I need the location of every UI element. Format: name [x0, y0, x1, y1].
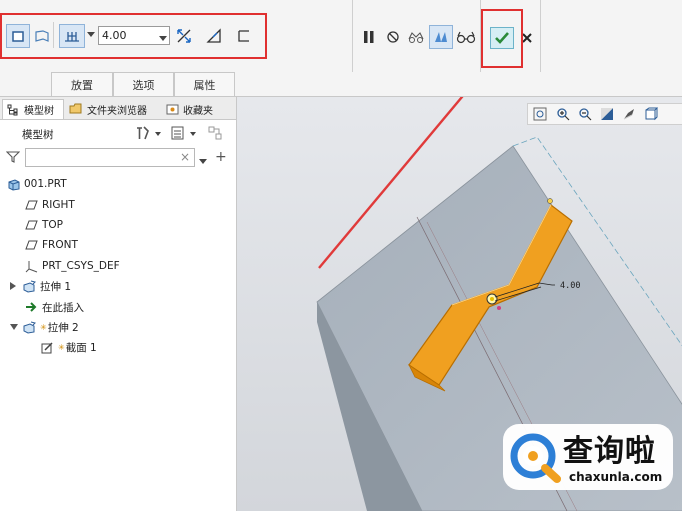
- tree-item-front-label: FRONT: [42, 239, 78, 251]
- glasses-preview-icon[interactable]: [405, 26, 427, 48]
- insert-here-arrow-icon: [24, 300, 38, 314]
- search-input[interactable]: ×: [25, 148, 195, 167]
- clear-search-icon[interactable]: ×: [180, 150, 190, 164]
- tree-item-part-label: 001.PRT: [24, 178, 67, 190]
- datum-plane-icon: [24, 238, 38, 252]
- tree-item-section[interactable]: ✳ 截面 1: [40, 338, 97, 356]
- new-feature-star-icon: ✳: [58, 342, 65, 352]
- csys-icon: [24, 259, 38, 273]
- repaint-icon[interactable]: [600, 107, 614, 124]
- tab-options[interactable]: 选项: [113, 72, 174, 96]
- collapse-arrow-icon[interactable]: [10, 324, 22, 330]
- highlight-box-options: [0, 13, 267, 59]
- tab-placement[interactable]: 放置: [51, 72, 113, 96]
- tree-settings-icon[interactable]: [135, 125, 165, 144]
- tree-item-extrude-2-label: 拉伸 2: [47, 321, 79, 334]
- no-preview-icon[interactable]: [382, 26, 404, 48]
- model-tree-icon: [6, 103, 20, 117]
- tree-item-section-label: 截面 1: [65, 341, 97, 354]
- dimension-value[interactable]: 4.00: [560, 281, 580, 291]
- verify-preview-icon[interactable]: [429, 25, 453, 49]
- folder-browser-icon: [69, 102, 83, 116]
- filter-icon[interactable]: [5, 150, 21, 167]
- sketch-icon: [40, 340, 54, 354]
- tree-item-top[interactable]: TOP: [24, 216, 63, 234]
- favorites-icon: [165, 102, 179, 116]
- tab-model-tree-label: 模型树: [24, 106, 54, 117]
- tab-model-tree[interactable]: 模型树: [2, 99, 64, 119]
- watermark-domain: chaxunla.com: [569, 470, 663, 484]
- tree-item-part[interactable]: 001.PRT: [6, 175, 67, 193]
- dashboard-tab-bar: 放置 选项 属性: [0, 72, 682, 97]
- extrude-icon: [22, 320, 36, 334]
- watermark-logo: 查询啦 chaxunla.com: [503, 424, 673, 490]
- add-filter-icon[interactable]: +: [215, 149, 227, 165]
- tab-properties[interactable]: 属性: [174, 72, 235, 96]
- tree-item-front[interactable]: FRONT: [24, 236, 78, 254]
- tree-item-extrude-2[interactable]: ✳ 拉伸 2: [10, 318, 79, 336]
- tab-properties-label: 属性: [193, 78, 216, 92]
- tab-folder-browser[interactable]: 文件夹浏览器: [66, 99, 160, 119]
- tree-item-extrude-1-label: 拉伸 1: [40, 280, 72, 293]
- tab-placement-label: 放置: [71, 78, 93, 92]
- show-icon[interactable]: [170, 125, 200, 144]
- glasses-icon[interactable]: [455, 26, 477, 48]
- tab-options-label: 选项: [132, 78, 155, 92]
- zoom-in-icon[interactable]: [556, 107, 570, 124]
- zoom-out-icon[interactable]: [578, 107, 592, 124]
- tab-folder-browser-label: 文件夹浏览器: [87, 105, 147, 117]
- datum-plane-icon: [24, 198, 38, 212]
- panel-tab-bar: 模型树 文件夹浏览器 收藏夹: [0, 97, 236, 120]
- tree-item-top-label: TOP: [42, 219, 64, 231]
- datum-plane-icon: [24, 218, 38, 232]
- tree-item-csys[interactable]: PRT_CSYS_DEF: [24, 257, 120, 275]
- view-toolbar: [527, 103, 682, 125]
- tree-item-right-label: RIGHT: [42, 199, 75, 211]
- watermark-brand: 查询啦: [563, 434, 656, 469]
- part-icon: [6, 177, 20, 191]
- tree-item-extrude-1[interactable]: 拉伸 1: [10, 277, 71, 295]
- panel-title: 模型树: [22, 129, 54, 141]
- tab-favorites-label: 收藏夹: [183, 105, 213, 117]
- highlight-box-confirm: [481, 9, 523, 68]
- saved-views-icon[interactable]: [644, 107, 659, 124]
- tree-item-csys-label: PRT_CSYS_DEF: [42, 260, 120, 272]
- tree-item-right[interactable]: RIGHT: [24, 196, 75, 214]
- new-feature-star-icon: ✳: [40, 322, 47, 332]
- refit-icon[interactable]: [533, 107, 547, 124]
- extrude-icon: [22, 279, 36, 293]
- expand-arrow-icon[interactable]: [10, 282, 22, 290]
- filter-dropdown-icon[interactable]: [199, 155, 207, 168]
- display-style-icon[interactable]: [622, 107, 636, 124]
- tab-favorites[interactable]: 收藏夹: [162, 99, 226, 119]
- tree-columns-icon[interactable]: [207, 125, 225, 144]
- dashboard-ribbon: 4.00: [0, 0, 682, 73]
- tree-item-insert-here-label: 在此插入: [42, 301, 84, 314]
- model-tree-panel: 模型树 文件夹浏览器 收藏夹 模型树 × + 001.PRT RIGHT TOP…: [0, 97, 237, 511]
- tree-item-insert-here[interactable]: 在此插入: [24, 298, 84, 316]
- magnifier-logo-icon: [510, 433, 561, 483]
- pause-icon[interactable]: [358, 26, 380, 48]
